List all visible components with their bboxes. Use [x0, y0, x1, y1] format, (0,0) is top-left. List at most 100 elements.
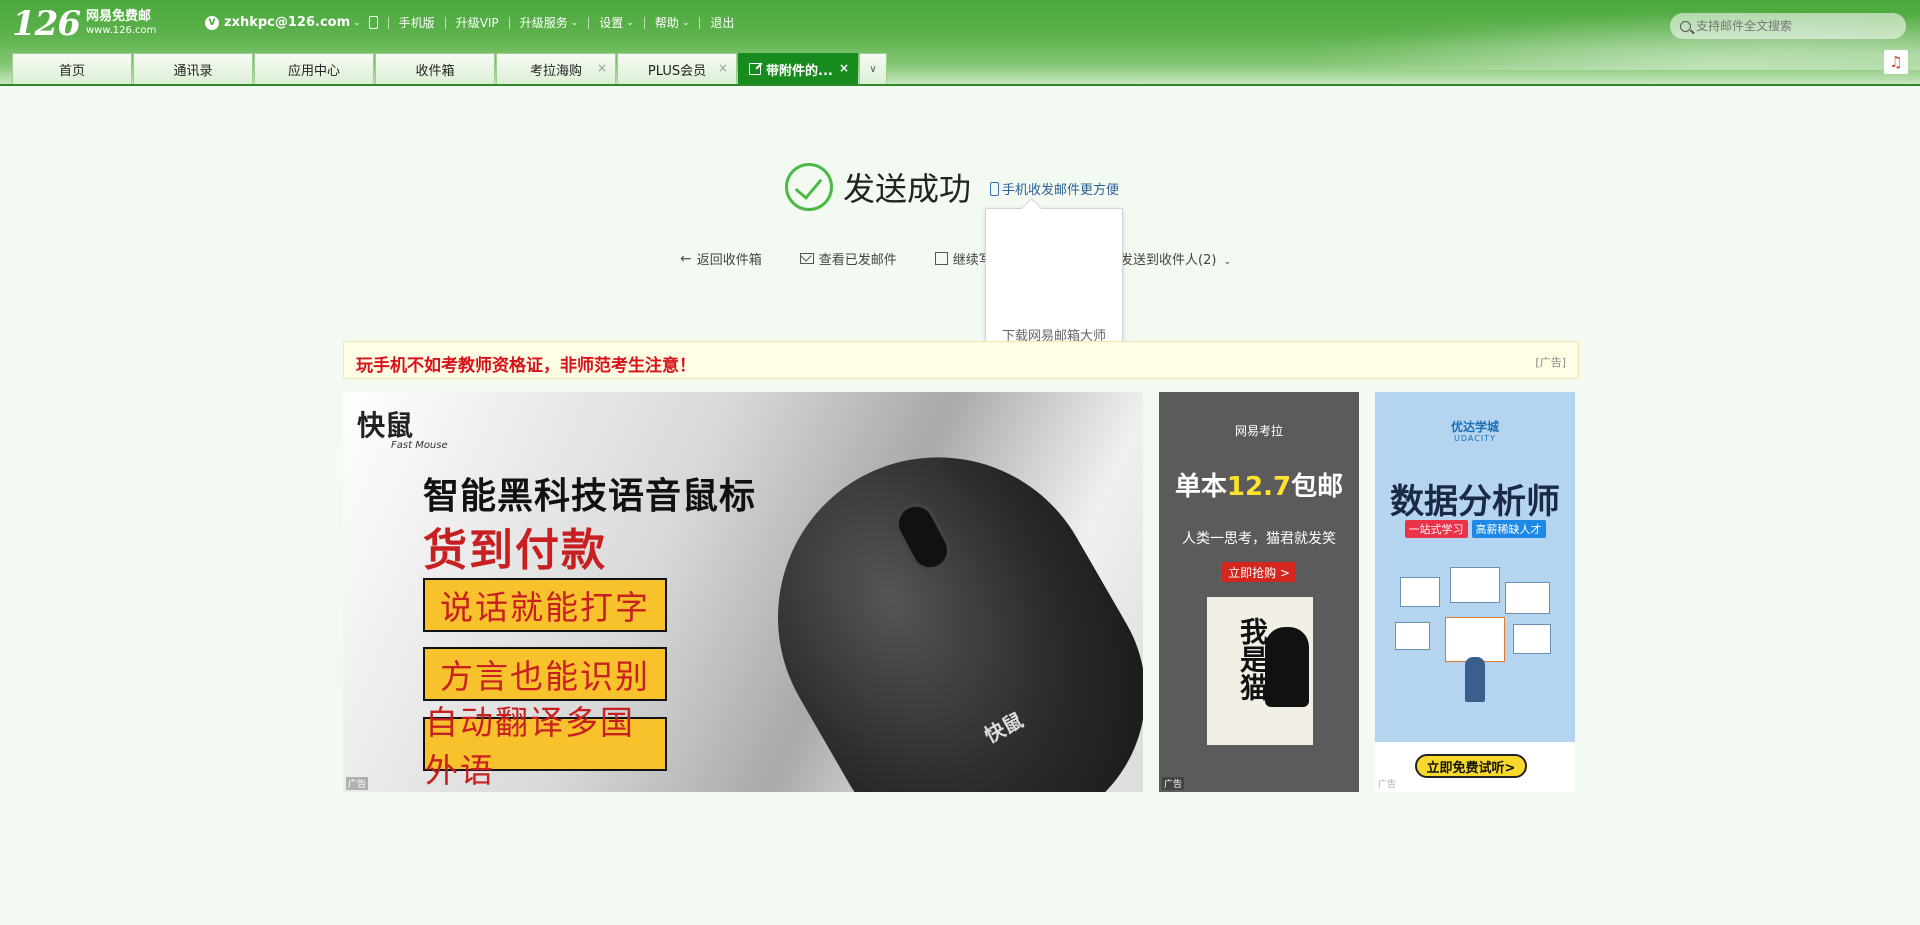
free-trial-button[interactable]: 立即免费试听> [1415, 754, 1527, 778]
upgrade-service-menu[interactable]: 升级服务 [520, 14, 568, 31]
tab-compose-active[interactable]: 带附件的... × [738, 53, 858, 84]
ad-title: 智能黑科技语音鼠标 [423, 476, 757, 517]
tab-label: 收件箱 [415, 63, 455, 79]
ad-tag: [广告] [1535, 356, 1566, 369]
divider [643, 16, 645, 29]
ad-mark: 广告 [346, 777, 369, 790]
price-prefix: 单本 [1174, 472, 1227, 502]
logout-link[interactable]: 退出 [710, 14, 734, 31]
text-ad-banner[interactable]: 玩手机不如考教师资格证，非师范考生注意！ [广告] [343, 341, 1579, 379]
analyst-illustration [1395, 562, 1555, 712]
tab-plus-member[interactable]: PLUS会员 × [617, 53, 737, 84]
udacity-ad-banner[interactable]: 优达学城 UDACITY 数据分析师 一站式学习 高薪稀缺人才 立即免费试听> … [1375, 392, 1575, 792]
ad-tag-red: 一站式学习 [1404, 520, 1468, 538]
action-label: 查看已发邮件 [818, 253, 897, 268]
account-name[interactable]: zxhkpc@126.com [224, 15, 350, 30]
ad-headline[interactable]: 玩手机不如考教师资格证，非师范考生注意！ [356, 351, 696, 376]
mobile-version-link[interactable]: 手机版 [399, 14, 435, 31]
ad-feature-box: 说话就能打字 [423, 578, 667, 632]
price-suffix: 包邮 [1291, 472, 1344, 502]
music-icon[interactable]: ♫ [1884, 50, 1908, 74]
divider [508, 16, 510, 29]
logo-url: www.126.com [85, 25, 157, 36]
back-to-inbox-button[interactable]: ← 返回收件箱 [680, 249, 762, 269]
tab-label: 首页 [58, 63, 85, 79]
book-title: 我是猫 [1236, 617, 1269, 701]
tab-label: PLUS会员 [647, 63, 707, 79]
cat-illustration [1265, 627, 1309, 707]
close-icon[interactable]: × [718, 61, 728, 75]
close-icon[interactable]: × [597, 61, 607, 75]
qr-download-popup: 下载网易邮箱大师 [985, 208, 1123, 355]
search-box[interactable] [1670, 13, 1906, 39]
chevron-down-icon: ⌄ [570, 17, 579, 28]
header-bar: 126 网易免费邮 www.126.com V zxhkpc@126.com ⌄… [0, 0, 1920, 86]
envelope-icon [799, 253, 814, 264]
ad-mark: 广告 [1162, 777, 1185, 790]
tab-app-center[interactable]: 应用中心 [254, 53, 374, 84]
ad-tags: 一站式学习 高薪稀缺人才 [1375, 520, 1575, 538]
ad-title: 数据分析师 [1390, 482, 1560, 522]
compose-icon [934, 252, 948, 265]
mobile-link-label: 手机收发邮件更方便 [1002, 183, 1120, 198]
tab-contacts[interactable]: 通讯录 [133, 53, 253, 84]
arrow-left-icon: ← [680, 250, 692, 267]
send-to-recipients-dropdown[interactable]: 发送到收件人(2) ⌄ [1120, 249, 1231, 268]
tab-overflow-button[interactable]: ∨ [859, 53, 887, 84]
phone-icon[interactable] [368, 16, 378, 29]
tab-label: 应用中心 [287, 63, 340, 79]
kaola-ad-banner[interactable]: 网易考拉 单本12.7包邮 人类一思考，猫君就发笑 立即抢购 > 我是猫 广告 [1159, 392, 1359, 792]
divider [387, 16, 389, 29]
search-input[interactable] [1696, 19, 1896, 33]
view-sent-button[interactable]: 查看已发邮件 [799, 249, 897, 268]
tab-label: 带附件的... [766, 63, 833, 79]
chevron-down-icon[interactable]: ⌄ [353, 18, 361, 28]
top-navigation: V zxhkpc@126.com ⌄ 手机版 升级VIP 升级服务 ⌄ 设置 ⌄… [205, 14, 734, 31]
ad-feature-box: 自动翻译多国外语 [423, 703, 667, 790]
tab-label: 通讯录 [173, 63, 213, 79]
ad-brand-sub: Fast Mouse [391, 440, 448, 451]
mobile-mail-link[interactable]: 手机收发邮件更方便 [990, 179, 1119, 198]
ad-brand: 快鼠 [357, 409, 414, 442]
tab-inbox[interactable]: 收件箱 [375, 53, 495, 84]
mouse-ad-banner[interactable]: 快鼠 快鼠 Fast Mouse 智能黑科技语音鼠标 货到付款 说话就能打字 方… [343, 392, 1143, 792]
tab-bar: 首页 通讯录 应用中心 收件箱 考拉海购 × PLUS会员 × 带附件的... × ∨ [12, 53, 887, 84]
tab-label: 考拉海购 [529, 63, 582, 79]
logo-number: 126 [12, 4, 81, 44]
ad-feature-box: 方言也能识别 [423, 647, 667, 701]
ad-tag-blue: 高薪稀缺人才 [1471, 520, 1546, 538]
send-result: 发送成功 [785, 163, 971, 211]
ad-highlight: 货到付款 [423, 525, 607, 576]
kaola-logo: 网易考拉 [1234, 424, 1283, 438]
avatar[interactable]: V [205, 15, 219, 30]
success-check-icon [785, 163, 833, 211]
action-label: 返回收件箱 [696, 253, 762, 268]
chevron-down-icon: ⌄ [1223, 257, 1232, 267]
mobile-phone-icon [990, 181, 999, 196]
search-icon[interactable] [1680, 20, 1691, 32]
help-menu[interactable]: 帮助 [655, 14, 679, 31]
divider [588, 16, 590, 29]
ad-mark: 广告 [1378, 780, 1397, 790]
mouse-image [719, 398, 1143, 792]
chevron-down-icon: ⌄ [626, 17, 634, 28]
chevron-down-icon: ∨ [869, 63, 877, 75]
divider [699, 16, 701, 29]
result-title: 发送成功 [843, 170, 972, 208]
settings-menu[interactable]: 设置 [599, 14, 623, 31]
logo-name: 网易免费邮 [85, 9, 151, 24]
upgrade-vip-link[interactable]: 升级VIP [456, 14, 499, 31]
buy-now-button[interactable]: 立即抢购 > [1222, 562, 1296, 582]
close-icon[interactable]: × [839, 61, 849, 75]
ad-price-line: 单本12.7包邮 [1159, 466, 1359, 503]
logo[interactable]: 126 网易免费邮 www.126.com [12, 6, 156, 42]
udacity-logo: 优达学城 [1450, 420, 1499, 434]
edit-icon [749, 63, 761, 75]
tab-home[interactable]: 首页 [12, 53, 132, 84]
udacity-logo-sub: UDACITY [1454, 434, 1496, 443]
book-cover-image: 我是猫 [1207, 597, 1313, 745]
tab-kaola[interactable]: 考拉海购 × [496, 53, 616, 84]
send-to-label: 发送到收件人(2) [1120, 253, 1217, 268]
ad-subtitle: 人类一思考，猫君就发笑 [1182, 531, 1336, 547]
divider [444, 16, 446, 29]
